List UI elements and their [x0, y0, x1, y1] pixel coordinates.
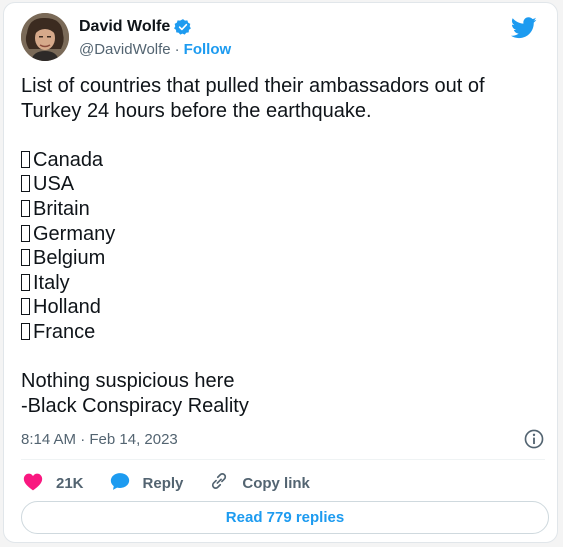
copy-link-label: Copy link: [242, 474, 310, 492]
divider: [21, 459, 545, 460]
missing-glyph-icon: [21, 298, 30, 316]
tweet-intro: List of countries that pulled their amba…: [21, 75, 485, 122]
user-handle[interactable]: @DavidWolfe: [79, 41, 171, 58]
closing-line-2: -Black Conspiracy Reality: [21, 394, 249, 417]
missing-glyph-icon: [21, 175, 30, 193]
tweet-text: List of countries that pulled their amba…: [21, 74, 539, 418]
list-item: Germany: [21, 222, 539, 247]
like-count: 21K: [56, 474, 84, 492]
missing-glyph-icon: [21, 273, 30, 291]
list-item: Italy: [21, 271, 539, 296]
tweet-closing: Nothing suspicious here -Black Conspirac…: [21, 369, 539, 418]
twitter-bird-icon[interactable]: [510, 17, 537, 44]
country-list: Canada USA Britain Germany Belgium Italy…: [21, 148, 539, 345]
missing-glyph-icon: [21, 322, 30, 340]
list-item: France: [21, 320, 539, 345]
tweet-card: David Wolfe @DavidWolfe · Follow List of…: [3, 2, 558, 543]
display-name[interactable]: David Wolfe: [79, 18, 170, 36]
tweet-actions: 21K Reply Copy link: [23, 471, 336, 495]
tweet-header: David Wolfe @DavidWolfe · Follow: [21, 13, 545, 65]
avatar[interactable]: [21, 13, 69, 61]
tweet-timestamp[interactable]: 8:14 AM · Feb 14, 2023: [21, 431, 178, 448]
heart-icon: [23, 472, 43, 495]
closing-line-1: Nothing suspicious here: [21, 370, 235, 393]
list-item: Canada: [21, 148, 539, 173]
follow-link[interactable]: Follow: [184, 41, 232, 58]
like-button[interactable]: 21K: [23, 472, 84, 495]
missing-glyph-icon: [21, 199, 30, 217]
link-icon: [209, 471, 229, 495]
read-replies-button[interactable]: Read 779 replies: [21, 501, 549, 534]
copy-link-button[interactable]: Copy link: [209, 471, 310, 495]
speech-bubble-icon: [110, 472, 130, 495]
reply-label: Reply: [142, 474, 184, 492]
info-icon[interactable]: [523, 428, 545, 455]
missing-glyph-icon: [21, 150, 30, 168]
list-item: USA: [21, 172, 539, 197]
verified-badge-icon: [174, 18, 192, 36]
list-item: Britain: [21, 197, 539, 222]
reply-button[interactable]: Reply: [110, 472, 184, 495]
missing-glyph-icon: [21, 224, 30, 242]
handle-row: @DavidWolfe · Follow: [79, 41, 231, 58]
handle-separator: ·: [174, 41, 180, 58]
list-item: Belgium: [21, 246, 539, 271]
list-item: Holland: [21, 295, 539, 320]
missing-glyph-icon: [21, 249, 30, 267]
name-row: David Wolfe: [79, 18, 192, 36]
